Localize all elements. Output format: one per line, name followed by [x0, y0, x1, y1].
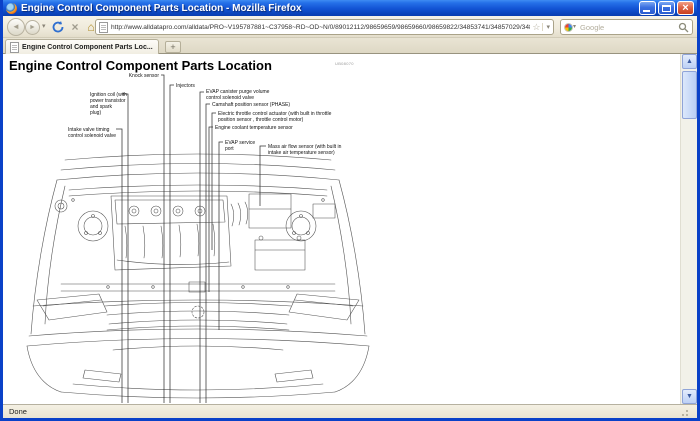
scrollbar-thumb[interactable]: [682, 71, 697, 119]
stop-button[interactable]: ×: [67, 18, 83, 36]
label-camshaft-position-sensor: Camshaft position sensor (PHASE): [212, 102, 290, 108]
leader-engine-coolant-temp-sensor: [209, 127, 213, 292]
label-mass-air-flow-sensor-2: intake air temperature sensor): [268, 150, 335, 156]
close-button[interactable]: ×: [677, 1, 694, 15]
history-dropdown-icon[interactable]: ▾: [42, 18, 46, 36]
browser-window: Engine Control Component Parts Location …: [0, 0, 700, 421]
vertical-scrollbar[interactable]: ▲ ▼: [680, 54, 697, 404]
refresh-button[interactable]: [51, 20, 65, 39]
resize-grip[interactable]: [681, 407, 691, 417]
minimize-button[interactable]: [639, 1, 656, 15]
url-bar[interactable]: http://www.alldatapro.com/alldata/PRO~V1…: [95, 19, 554, 35]
navigation-toolbar: ◄ ► ▾ × ⌂ http://www.alldatapro.com/alld…: [3, 16, 697, 38]
leader-ignition-coil: [122, 94, 128, 403]
search-input[interactable]: Google: [580, 23, 678, 32]
search-box[interactable]: ▾ Google: [560, 19, 693, 35]
label-electric-throttle-actuator-2: position sensor , throttle control motor…: [218, 117, 304, 123]
leader-evap-service-port: [219, 142, 223, 330]
forward-button[interactable]: ►: [25, 20, 40, 35]
title-bar: Engine Control Component Parts Location …: [3, 0, 697, 16]
label-injectors: Injectors: [176, 83, 195, 89]
refresh-icon: [51, 20, 65, 34]
url-dropdown-icon[interactable]: ▾: [542, 23, 550, 31]
label-intake-valve-timing-2: control solenoid valve: [68, 133, 116, 139]
scroll-up-button[interactable]: ▲: [682, 54, 697, 69]
car-body-art: [27, 154, 369, 398]
firefox-icon: [6, 3, 17, 14]
page-content: Engine Control Component Parts Location …: [3, 54, 680, 404]
bookmark-star-icon[interactable]: ☆: [532, 22, 540, 33]
maximize-icon: [662, 5, 671, 12]
tab-label: Engine Control Component Parts Loc...: [22, 44, 153, 51]
tab-bar: Engine Control Component Parts Loc... +: [3, 38, 697, 54]
label-knock-sensor: Knock sensor: [129, 73, 160, 79]
leader-camshaft-position-sensor: [206, 104, 210, 403]
google-icon: [564, 23, 573, 32]
window-title: Engine Control Component Parts Location …: [21, 3, 302, 14]
leader-mass-air-flow-sensor: [260, 146, 266, 206]
leader-intake-valve-timing: [116, 129, 122, 403]
label-evap-canister-purge-2: control solenoid valve: [206, 95, 254, 101]
diagram-labels: Knock sensor Injectors EVAP canister pur…: [68, 73, 342, 156]
new-tab-button[interactable]: +: [165, 41, 181, 53]
leader-injectors: [170, 85, 174, 403]
close-icon: ×: [678, 2, 693, 14]
engine-diagram: Knock sensor Injectors EVAP canister pur…: [3, 54, 680, 404]
label-engine-coolant-temp-sensor: Engine coolant temperature sensor: [215, 125, 293, 131]
tab-engine-control[interactable]: Engine Control Component Parts Loc...: [5, 39, 159, 54]
tab-page-icon: [10, 42, 19, 53]
leader-evap-canister-purge: [200, 92, 204, 403]
engine-bay-art: [55, 191, 335, 292]
url-text[interactable]: http://www.alldatapro.com/alldata/PRO~V1…: [111, 24, 530, 31]
page-icon: [99, 22, 108, 33]
search-engine-dropdown-icon[interactable]: ▾: [573, 18, 576, 36]
minimize-icon: [643, 10, 650, 12]
back-button[interactable]: ◄: [7, 18, 25, 36]
status-bar: Done: [3, 404, 697, 418]
label-evap-service-port-2: port: [225, 146, 234, 152]
label-ignition-coil-4: plug): [90, 110, 101, 116]
maximize-button[interactable]: [658, 1, 675, 15]
status-text: Done: [9, 407, 27, 416]
search-icon[interactable]: [678, 22, 689, 33]
scroll-down-button[interactable]: ▼: [682, 389, 697, 404]
